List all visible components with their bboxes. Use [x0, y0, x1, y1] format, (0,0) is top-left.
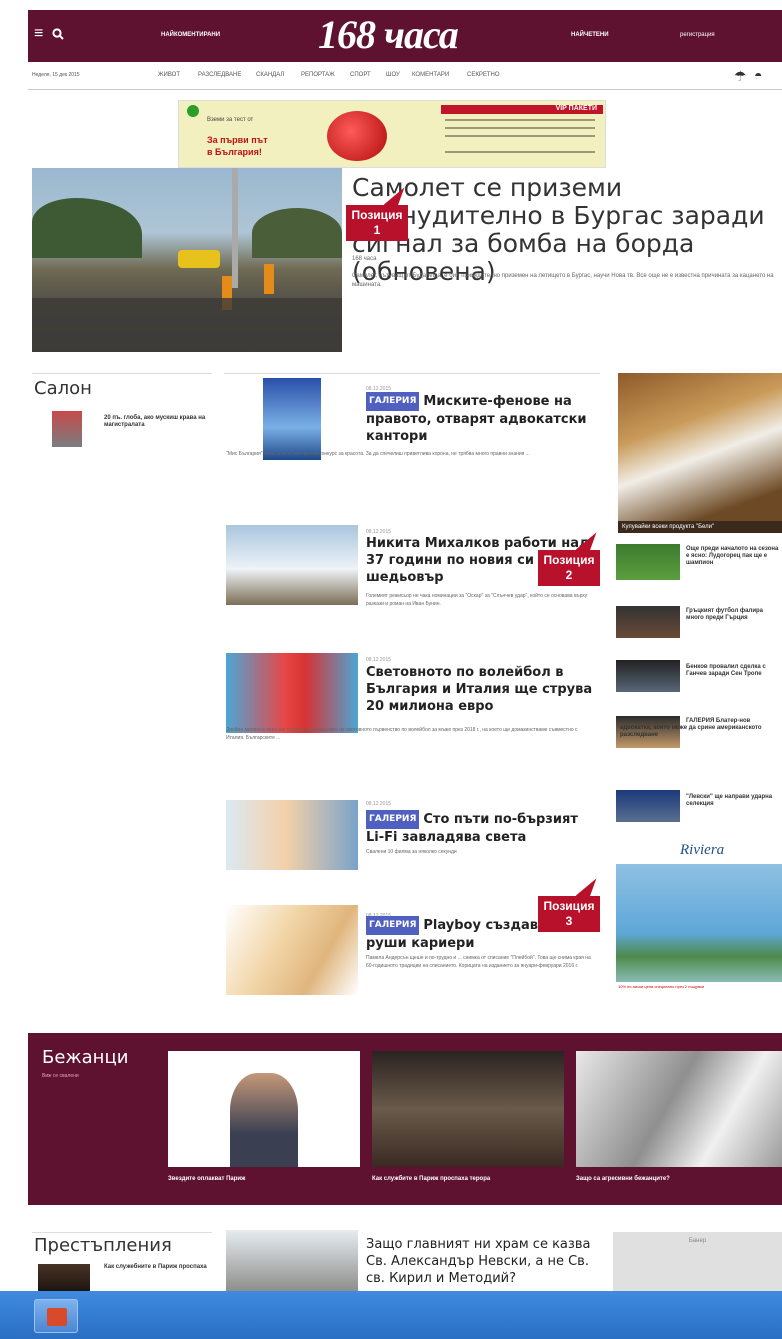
salon-thumb[interactable]: [52, 411, 82, 447]
hero-image[interactable]: [32, 168, 342, 352]
side-thumb[interactable]: [616, 544, 680, 580]
most-commented-link[interactable]: НАЙКОМЕНТИРАНИ: [161, 32, 220, 38]
article-title[interactable]: Защо главният ни храм се казва Св. Алекс…: [366, 1236, 600, 1287]
side-ad-cheese[interactable]: [618, 373, 782, 521]
side-thumb[interactable]: [616, 660, 680, 692]
hero-source: 168 часа: [352, 256, 377, 262]
nav-item-report[interactable]: РЕПОРТАЖ: [301, 72, 335, 78]
refugees-section: Бежанци Виж се свалени Звездите оплакват…: [28, 1033, 782, 1205]
position-badge-1: Позиция 1: [346, 205, 408, 241]
ad-banner-top[interactable]: Вземи за тест от За първи път в България…: [178, 100, 606, 168]
article-thumb[interactable]: [226, 1230, 358, 1292]
side-banner[interactable]: Банер: [613, 1232, 782, 1292]
side-item[interactable]: Бенков провалил сделка с Ганчев заради С…: [686, 664, 782, 678]
refugee-thumb[interactable]: [576, 1051, 782, 1167]
article-lead: Двойно милиона евро ще струва организаци…: [226, 727, 578, 741]
nav-item-scandal[interactable]: СКАНДАЛ: [256, 72, 284, 78]
section-title-salon[interactable]: Салон: [34, 378, 92, 399]
nav-item-life[interactable]: ЖИВОТ: [158, 72, 180, 78]
section-title-crime[interactable]: Престъпления: [34, 1235, 172, 1256]
refugee-caption[interactable]: Защо са агресивни бежанците?: [576, 1175, 782, 1183]
site-logo[interactable]: 168 часа: [318, 11, 459, 58]
refugee-thumb[interactable]: [372, 1051, 564, 1167]
article-lead: Свалени 10 филма за няколко секунди: [366, 849, 457, 855]
menu-icon[interactable]: ≡: [34, 26, 43, 42]
banner-label: Банер: [688, 1238, 707, 1244]
page: ≡ НАЙКОМЕНТИРАНИ 168 часа НАЙЧЕТЕНИ реги…: [0, 0, 782, 1339]
crime-item[interactable]: Как служебните в Париж проспаха: [104, 1264, 208, 1271]
article-meta: 08.12.2015: [366, 657, 392, 663]
presentation-app-icon: [47, 1308, 67, 1326]
article-title[interactable]: ГАЛЕРИЯ Миските-фенове на правото, отваря…: [366, 392, 594, 445]
section-subtitle[interactable]: Виж се свалени: [42, 1073, 79, 1079]
riviera-logo: Riviera: [680, 842, 725, 858]
ball-icon[interactable]: ◓: [754, 67, 762, 83]
side-item[interactable]: "Левски" ще направи ударна селекция: [686, 794, 782, 808]
ad-logo-icon: [187, 105, 199, 117]
article-title[interactable]: Световното по волейбол в България и Итал…: [366, 664, 600, 715]
windows-taskbar: [0, 1291, 782, 1339]
article-meta: 08.12.2015: [366, 801, 392, 807]
refugee-caption[interactable]: Как службите в Париж проспаха терора: [372, 1175, 564, 1183]
crime-thumb[interactable]: [38, 1264, 90, 1292]
article-lead: Големият режисьор не чака номинации за "…: [366, 593, 588, 607]
main-navigation: Неделя, 15 дек 2015 ЖИВОТ РАЗСЛЕДВАНЕ СК…: [28, 62, 782, 90]
salon-item[interactable]: 20 пъ. глоба, ако мускиш крава на магист…: [104, 415, 208, 429]
refugee-caption[interactable]: Звездите оплакват Париж: [168, 1175, 360, 1183]
article-thumb[interactable]: [226, 653, 358, 733]
side-item[interactable]: ГАЛЕРИЯ Блатер-нов адвокатка, която може…: [620, 718, 780, 739]
ad-text: в България!: [207, 147, 262, 157]
hero-lead: Самолет, пътуващ от Будапеща, е бил прин…: [352, 273, 774, 288]
top-header-bar: ≡ НАЙКОМЕНТИРАНИ 168 часа НАЙЧЕТЕНИ реги…: [28, 10, 782, 62]
nav-item-comments[interactable]: КОМЕНТАРИ: [412, 72, 449, 78]
weather-icon[interactable]: ☂: [734, 68, 747, 85]
search-icon[interactable]: [52, 28, 64, 40]
article-thumb[interactable]: [226, 525, 358, 605]
ad-text: Вземи за тест от: [207, 117, 254, 123]
riviera-caption: 10% по-ниски цени специално през 2 нощув…: [616, 982, 782, 996]
position-badge-3: Позиция 3: [538, 896, 600, 932]
hero-article-title[interactable]: Самолет се приземи принудително в Бургас…: [352, 174, 782, 286]
nav-item-sport[interactable]: СПОРТ: [350, 72, 371, 78]
side-thumb[interactable]: [616, 606, 680, 638]
position-badge-2: Позиция 2: [538, 550, 600, 586]
gallery-badge: ГАЛЕРИЯ: [366, 916, 420, 935]
article-thumb[interactable]: [226, 800, 358, 870]
article-thumb[interactable]: [263, 378, 321, 460]
ad-heart-image: [327, 111, 387, 161]
article-thumb[interactable]: [226, 905, 358, 995]
current-date: Неделя, 15 дек 2015: [32, 72, 80, 78]
most-read-link[interactable]: НАЙЧЕТЕНИ: [571, 32, 609, 38]
side-ad-caption: Купувайки всеки продукта "Бели": [618, 521, 782, 533]
nav-item-show[interactable]: ШОУ: [386, 72, 400, 78]
article-lead: "Мис България" няма и не е бил просто ко…: [226, 451, 530, 457]
article-title-text: Световното по волейбол в България и Итал…: [366, 665, 593, 714]
gallery-badge: ГАЛЕРИЯ: [366, 392, 420, 411]
register-link[interactable]: регистрация: [680, 32, 715, 38]
refugee-thumb[interactable]: [168, 1051, 360, 1167]
article-title[interactable]: ГАЛЕРИЯ Сто пъти по-бързият Li-Fi завладя…: [366, 810, 600, 846]
nav-item-secret[interactable]: СЕКРЕТНО: [467, 72, 500, 78]
side-ad-riviera[interactable]: Riviera 10% по-ниски цени специално през…: [616, 838, 782, 996]
side-item[interactable]: Гръцкият футбол фалира много преди Гърци…: [686, 608, 782, 622]
section-title-refugees[interactable]: Бежанци: [42, 1047, 128, 1068]
article-lead: Памела Андерсън щеше и по-трудно и ... с…: [366, 955, 591, 969]
nav-item-investigation[interactable]: РАЗСЛЕДВАНЕ: [198, 72, 241, 78]
side-item[interactable]: Още преди началото на сезона е ясно: Луд…: [686, 546, 782, 567]
ad-title: VIP ПАКЕТИ: [441, 105, 603, 114]
side-thumb[interactable]: [616, 790, 680, 822]
taskbar-app-button[interactable]: [34, 1299, 78, 1333]
gallery-badge: ГАЛЕРИЯ: [366, 810, 420, 829]
ad-text: За първи път: [207, 135, 268, 145]
